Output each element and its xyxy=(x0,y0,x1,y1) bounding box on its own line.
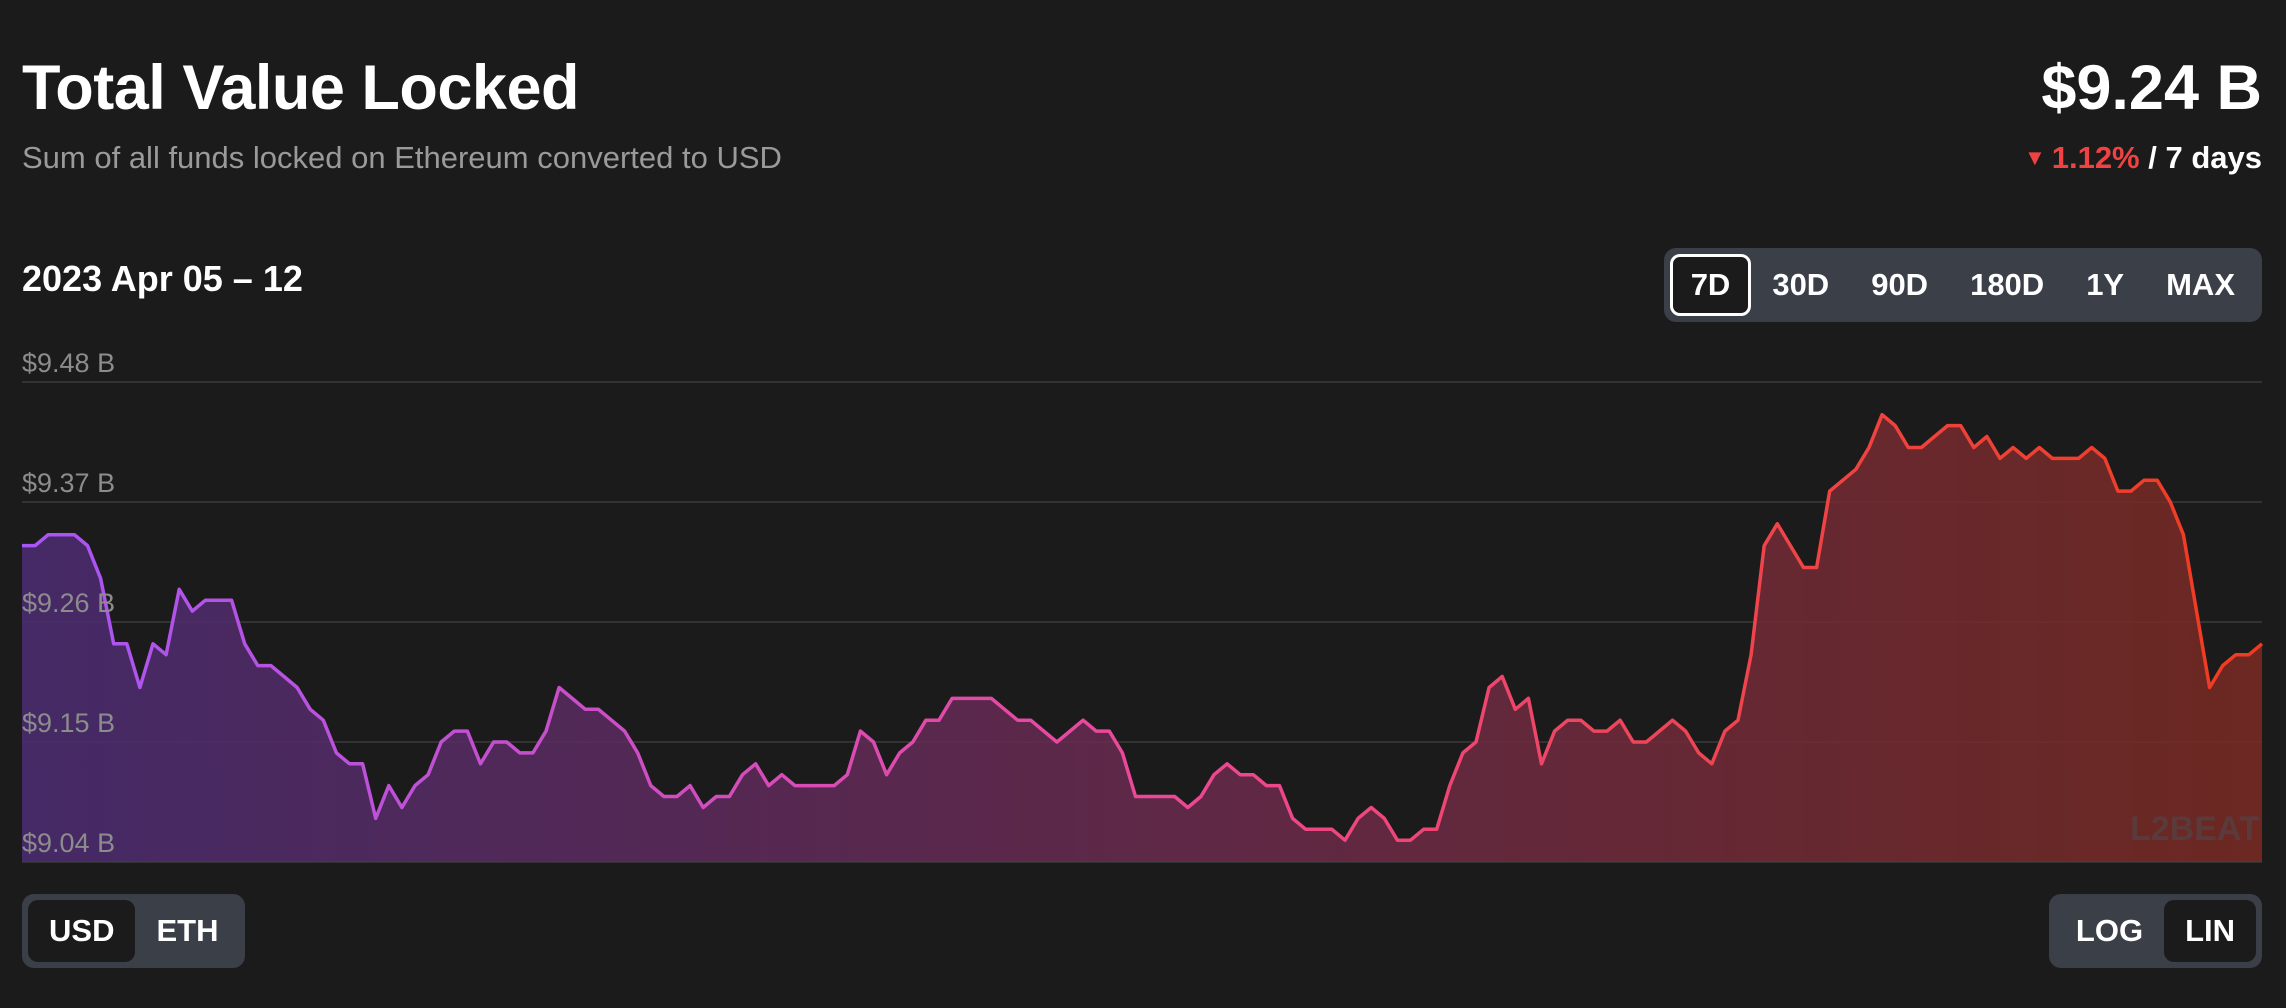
unit-usd-button[interactable]: USD xyxy=(28,900,136,962)
scale-log-button[interactable]: LOG xyxy=(2055,900,2164,962)
y-tick-label: $9.26 B xyxy=(22,588,115,618)
unit-selector: USD ETH xyxy=(22,894,246,968)
y-tick-label: $9.48 B xyxy=(22,348,115,378)
scale-lin-button[interactable]: LIN xyxy=(2164,900,2256,962)
scale-selector: LOG LIN xyxy=(2048,894,2262,968)
y-tick-label: $9.37 B xyxy=(22,468,115,498)
unit-eth-button[interactable]: ETH xyxy=(135,900,239,962)
y-tick-label: $9.15 B xyxy=(22,708,115,738)
tvl-chart: $9.48 B $9.37 B $9.26 B $9.15 B $9.04 B L2BE… xyxy=(22,348,2264,863)
watermark-logo: L2BEAT xyxy=(2130,810,2260,848)
y-tick-label: $9.04 B xyxy=(22,828,115,858)
